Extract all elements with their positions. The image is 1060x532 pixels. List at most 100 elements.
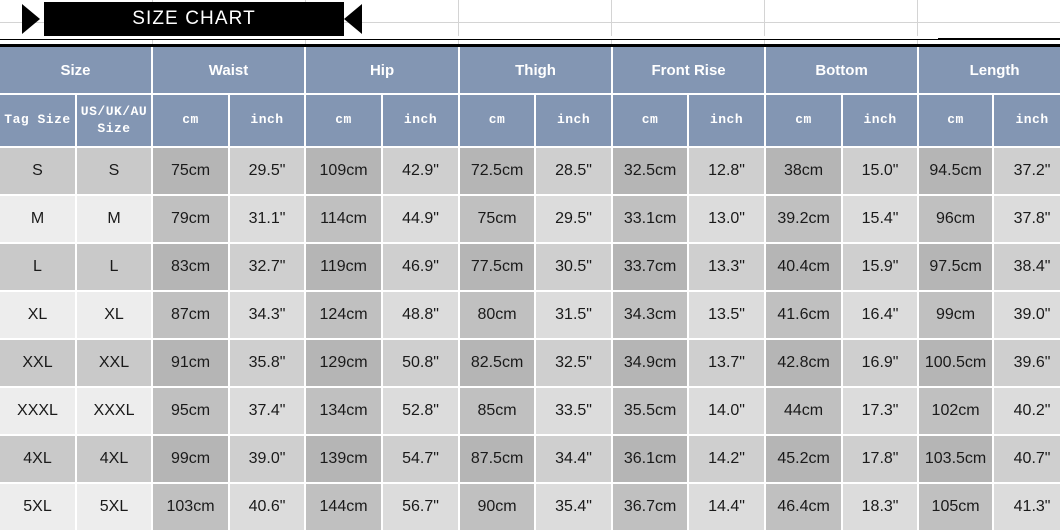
cell-hip-cm: 139cm xyxy=(306,436,384,484)
cell-hip-cm: 109cm xyxy=(306,148,384,196)
cell-bottom-inch: 16.9" xyxy=(843,340,920,388)
cell-length-cm: 105cm xyxy=(919,484,995,532)
table-row: XL XL 87cm 34.3" 124cm 48.8" 80cm 31.5" 34.3cm 13… xyxy=(0,292,1060,340)
cell-hip-cm: 129cm xyxy=(306,340,384,388)
cell-bottom-cm: 40.4cm xyxy=(766,244,844,292)
cell-waist-cm: 103cm xyxy=(153,484,231,532)
cell-waist-inch: 32.7" xyxy=(230,244,307,292)
cell-tag-size: 5XL xyxy=(0,484,77,532)
cell-thigh-cm: 82.5cm xyxy=(460,340,537,388)
table-row: S S 75cm 29.5" 109cm 42.9" 72.5cm 28.5" 32.5cm 12… xyxy=(0,148,1060,196)
cell-waist-cm: 83cm xyxy=(153,244,231,292)
cell-thigh-inch: 35.4" xyxy=(536,484,614,532)
cell-front-rise-inch: 12.8" xyxy=(689,148,767,196)
cell-thigh-cm: 72.5cm xyxy=(460,148,537,196)
cell-waist-cm: 99cm xyxy=(153,436,231,484)
cell-waist-cm: 87cm xyxy=(153,292,231,340)
cell-hip-inch: 44.9" xyxy=(383,196,461,244)
cell-bottom-inch: 15.0" xyxy=(843,148,920,196)
cell-length-cm: 102cm xyxy=(919,388,995,436)
cell-hip-cm: 114cm xyxy=(306,196,384,244)
subheader-hip-cm: cm xyxy=(306,95,384,148)
size-chart-banner: SIZE CHART xyxy=(0,0,1060,47)
cell-length-cm: 96cm xyxy=(919,196,995,244)
cell-hip-inch: 56.7" xyxy=(383,484,461,532)
table-row: 4XL 4XL 99cm 39.0" 139cm 54.7" 87.5cm 34.4" 36.1… xyxy=(0,436,1060,484)
cell-front-rise-cm: 32.5cm xyxy=(613,148,690,196)
cell-waist-cm: 91cm xyxy=(153,340,231,388)
cell-front-rise-cm: 36.7cm xyxy=(613,484,690,532)
cell-length-inch: 38.4" xyxy=(994,244,1060,292)
page-title: SIZE CHART xyxy=(132,8,256,29)
cell-bottom-cm: 41.6cm xyxy=(766,292,844,340)
subheader-waist-inch: inch xyxy=(230,95,307,148)
table-row: 5XL 5XL 103cm 40.6" 144cm 56.7" 90cm 35.4" 36.7c… xyxy=(0,484,1060,532)
cell-length-cm: 103.5cm xyxy=(919,436,995,484)
chevron-left-icon xyxy=(344,4,362,34)
cell-hip-inch: 52.8" xyxy=(383,388,461,436)
cell-tag-size: S xyxy=(0,148,77,196)
cell-tag-size: XL xyxy=(0,292,77,340)
cell-front-rise-inch: 13.3" xyxy=(689,244,767,292)
cell-waist-inch: 39.0" xyxy=(230,436,307,484)
cell-us-size: L xyxy=(77,244,154,292)
cell-waist-inch: 29.5" xyxy=(230,148,307,196)
column-group-length: Length xyxy=(919,47,1060,95)
subheader-front-rise-inch: inch xyxy=(689,95,767,148)
cell-bottom-cm: 44cm xyxy=(766,388,844,436)
cell-thigh-inch: 31.5" xyxy=(536,292,614,340)
cell-us-size: XL xyxy=(77,292,154,340)
table-row: XXL XXL 91cm 35.8" 129cm 50.8" 82.5cm 32.5" 34.9… xyxy=(0,340,1060,388)
subheader-length-inch: inch xyxy=(994,95,1060,148)
cell-thigh-cm: 77.5cm xyxy=(460,244,537,292)
cell-bottom-cm: 46.4cm xyxy=(766,484,844,532)
cell-thigh-inch: 29.5" xyxy=(536,196,614,244)
cell-thigh-cm: 75cm xyxy=(460,196,537,244)
cell-us-size: 5XL xyxy=(77,484,154,532)
chevron-right-icon xyxy=(22,4,40,34)
cell-thigh-cm: 90cm xyxy=(460,484,537,532)
size-chart-table: Size Waist Hip Thigh Front Rise Bottom L… xyxy=(0,47,1060,532)
banner-rule-bottom xyxy=(0,44,1060,47)
cell-front-rise-inch: 13.7" xyxy=(689,340,767,388)
cell-bottom-inch: 17.8" xyxy=(843,436,920,484)
cell-waist-inch: 37.4" xyxy=(230,388,307,436)
table-row: XXXL XXXL 95cm 37.4" 134cm 52.8" 85cm 33.5" 35.5… xyxy=(0,388,1060,436)
cell-waist-inch: 40.6" xyxy=(230,484,307,532)
cell-length-inch: 37.2" xyxy=(994,148,1060,196)
cell-bottom-cm: 38cm xyxy=(766,148,844,196)
cell-length-cm: 100.5cm xyxy=(919,340,995,388)
cell-front-rise-inch: 13.5" xyxy=(689,292,767,340)
cell-us-size: XXXL xyxy=(77,388,154,436)
table-row: L L 83cm 32.7" 119cm 46.9" 77.5cm 30.5" 33.7cm 13… xyxy=(0,244,1060,292)
cell-waist-cm: 75cm xyxy=(153,148,231,196)
cell-waist-inch: 34.3" xyxy=(230,292,307,340)
cell-waist-inch: 35.8" xyxy=(230,340,307,388)
column-group-hip: Hip xyxy=(306,47,461,95)
cell-front-rise-inch: 14.0" xyxy=(689,388,767,436)
cell-front-rise-cm: 34.3cm xyxy=(613,292,690,340)
cell-bottom-inch: 15.4" xyxy=(843,196,920,244)
cell-hip-cm: 144cm xyxy=(306,484,384,532)
cell-hip-inch: 54.7" xyxy=(383,436,461,484)
subheader-length-cm: cm xyxy=(919,95,995,148)
cell-front-rise-inch: 14.4" xyxy=(689,484,767,532)
table-row: M M 79cm 31.1" 114cm 44.9" 75cm 29.5" 33.1cm 13.0… xyxy=(0,196,1060,244)
cell-thigh-inch: 33.5" xyxy=(536,388,614,436)
table-body: S S 75cm 29.5" 109cm 42.9" 72.5cm 28.5" 32.5cm 12… xyxy=(0,148,1060,532)
cell-us-size: M xyxy=(77,196,154,244)
column-group-thigh: Thigh xyxy=(460,47,614,95)
cell-front-rise-inch: 14.2" xyxy=(689,436,767,484)
subheader-tag-size: Tag Size xyxy=(0,95,77,148)
cell-hip-inch: 46.9" xyxy=(383,244,461,292)
cell-length-inch: 39.6" xyxy=(994,340,1060,388)
cell-length-inch: 41.3" xyxy=(994,484,1060,532)
cell-length-cm: 94.5cm xyxy=(919,148,995,196)
cell-bottom-inch: 16.4" xyxy=(843,292,920,340)
cell-front-rise-cm: 34.9cm xyxy=(613,340,690,388)
cell-thigh-inch: 32.5" xyxy=(536,340,614,388)
cell-thigh-cm: 85cm xyxy=(460,388,537,436)
cell-length-inch: 40.2" xyxy=(994,388,1060,436)
subheader-waist-cm: cm xyxy=(153,95,231,148)
cell-us-size: XXL xyxy=(77,340,154,388)
